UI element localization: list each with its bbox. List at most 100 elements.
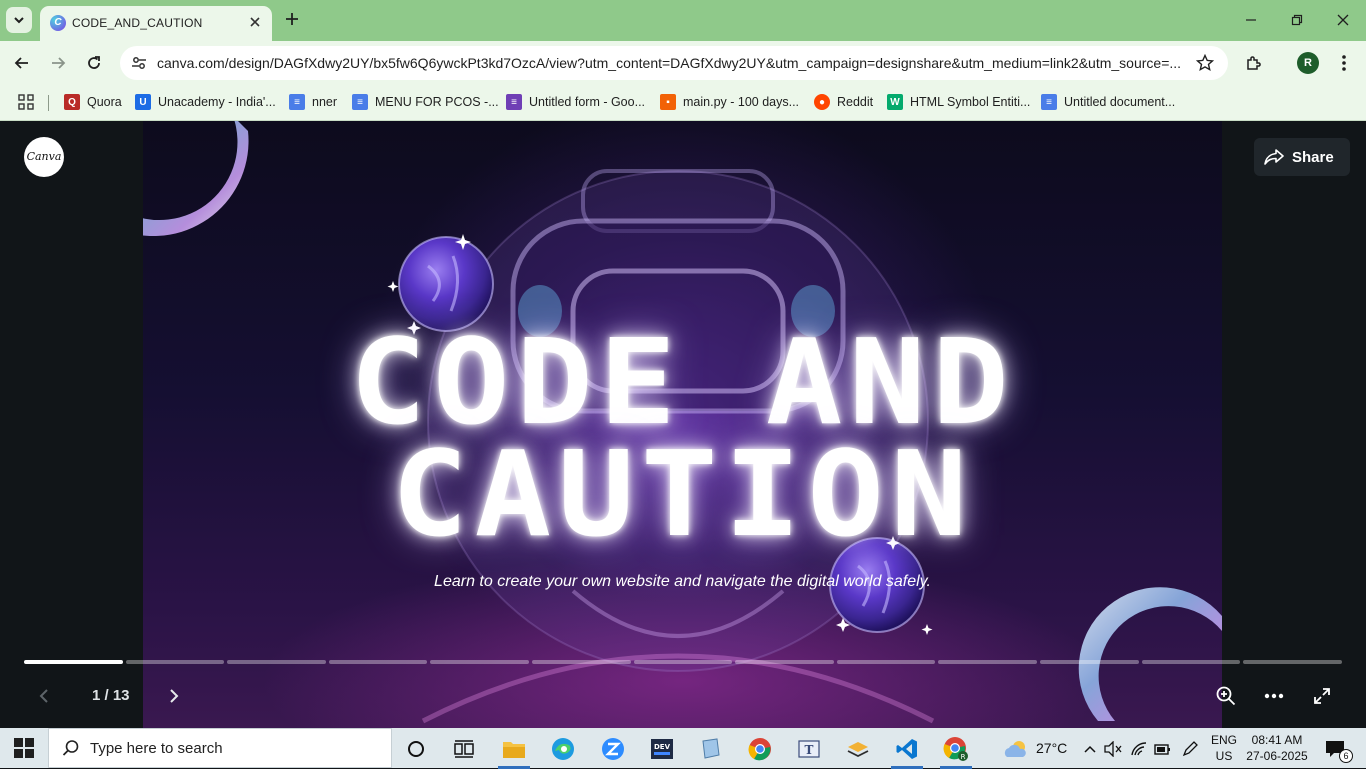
progress-segment[interactable] bbox=[836, 660, 936, 664]
restore-button[interactable] bbox=[1283, 8, 1311, 32]
previous-slide-button[interactable] bbox=[34, 684, 54, 708]
close-window-button[interactable] bbox=[1329, 8, 1357, 32]
clock-time: 08:41 AM bbox=[1251, 733, 1303, 747]
pen-workspace-button[interactable] bbox=[1180, 733, 1200, 765]
url-text: canva.com/design/DAGfXdwy2UY/bx5fw6Q6ywc… bbox=[157, 55, 1182, 71]
quora-icon: Q bbox=[64, 94, 80, 110]
edge-app[interactable] bbox=[543, 733, 583, 765]
show-hidden-icons-button[interactable] bbox=[1080, 733, 1100, 765]
extensions-button[interactable] bbox=[1242, 51, 1266, 75]
share-arrow-icon bbox=[1264, 149, 1284, 165]
bookmark-untitled-form[interactable]: ≡ Untitled form - Goo... bbox=[506, 92, 645, 112]
chrome-profile-app[interactable]: R bbox=[936, 733, 976, 769]
bookmarks-bar: Q Quora U Unacademy - India'... ≡ nner ≡ MEN… bbox=[0, 85, 1366, 121]
zoom-in-icon bbox=[1216, 686, 1236, 706]
site-info-button[interactable] bbox=[128, 52, 150, 74]
vscode-icon bbox=[896, 739, 917, 759]
network-button[interactable] bbox=[1129, 733, 1149, 765]
typing-app[interactable]: T bbox=[789, 733, 829, 765]
bookmark-label: main.py - 100 days... bbox=[683, 95, 800, 109]
dev-icon: DEV bbox=[651, 739, 673, 759]
canva-logo[interactable]: Canva bbox=[24, 137, 64, 177]
start-button[interactable] bbox=[14, 738, 34, 758]
slide-progress-bar[interactable] bbox=[24, 660, 1342, 664]
progress-segment[interactable] bbox=[1141, 660, 1241, 664]
new-tab-button[interactable] bbox=[282, 9, 302, 29]
progress-segment[interactable] bbox=[328, 660, 428, 664]
zoom-button[interactable] bbox=[1213, 684, 1239, 708]
docs-icon: ≡ bbox=[289, 94, 305, 110]
bookmark-html-symbol[interactable]: W HTML Symbol Entiti... bbox=[887, 92, 1030, 112]
chevron-left-icon bbox=[39, 689, 48, 703]
forward-button[interactable] bbox=[46, 51, 70, 75]
forms-icon: ≡ bbox=[506, 94, 522, 110]
docs-icon: ≡ bbox=[352, 94, 368, 110]
bookmark-menu-for-pcos[interactable]: ≡ MENU FOR PCOS -... bbox=[352, 92, 499, 112]
reload-button[interactable] bbox=[82, 51, 106, 75]
progress-segment[interactable] bbox=[125, 660, 225, 664]
search-icon bbox=[62, 740, 79, 756]
tab-search-button[interactable] bbox=[6, 7, 32, 33]
share-button[interactable]: Share bbox=[1254, 138, 1350, 176]
bookmark-star-button[interactable] bbox=[1194, 52, 1216, 74]
progress-segment[interactable] bbox=[735, 660, 834, 664]
canva-viewer: CODE AND CAUTION Learn to create your ow… bbox=[0, 121, 1366, 728]
progress-segment[interactable] bbox=[24, 660, 123, 664]
taskbar-search-box[interactable]: Type here to search bbox=[48, 728, 392, 768]
tab-close-button[interactable] bbox=[246, 13, 264, 31]
progress-segment[interactable] bbox=[532, 660, 631, 664]
browser-tab[interactable]: C CODE_AND_CAUTION bbox=[40, 6, 272, 41]
bookmark-main-py[interactable]: ▪ main.py - 100 days... bbox=[660, 92, 799, 112]
progress-segment[interactable] bbox=[227, 660, 326, 664]
browser-toolbar: canva.com/design/DAGfXdwy2UY/bx5fw6Q6ywc… bbox=[0, 41, 1366, 85]
close-icon bbox=[1337, 14, 1349, 26]
battery-icon bbox=[1154, 744, 1170, 755]
language-indicator[interactable]: ENG US bbox=[1208, 732, 1240, 764]
vscode-app[interactable] bbox=[887, 733, 927, 769]
notepad-icon bbox=[702, 738, 720, 759]
progress-segment[interactable] bbox=[1243, 660, 1342, 664]
next-slide-button[interactable] bbox=[164, 684, 184, 708]
minimize-icon bbox=[1246, 19, 1256, 21]
progress-segment[interactable] bbox=[1040, 660, 1139, 664]
windows-taskbar: Type here to search DEV T R 27°C ENG US … bbox=[0, 728, 1366, 769]
dev-app[interactable]: DEV bbox=[642, 733, 682, 765]
books-app[interactable] bbox=[838, 733, 878, 765]
bookmark-reddit[interactable]: ● Reddit bbox=[814, 92, 873, 112]
progress-segment[interactable] bbox=[430, 660, 530, 664]
chevron-up-icon bbox=[1084, 745, 1096, 753]
weather-temperature[interactable]: 27°C bbox=[1036, 740, 1067, 756]
w3schools-icon: W bbox=[887, 94, 903, 110]
minimize-button[interactable] bbox=[1237, 8, 1265, 32]
notifications-button[interactable]: 6 bbox=[1320, 733, 1353, 765]
speaker-muted-icon bbox=[1104, 741, 1122, 757]
profile-avatar[interactable]: R bbox=[1297, 52, 1319, 74]
progress-segment[interactable] bbox=[633, 660, 733, 664]
weather-widget[interactable] bbox=[998, 733, 1034, 765]
battery-button[interactable] bbox=[1153, 733, 1173, 765]
volume-button[interactable] bbox=[1103, 733, 1123, 765]
chrome-app[interactable] bbox=[740, 733, 780, 765]
bookmark-nner[interactable]: ≡ nner bbox=[289, 92, 337, 112]
share-label: Share bbox=[1292, 148, 1334, 166]
bookmark-untitled-document[interactable]: ≡ Untitled document... bbox=[1041, 92, 1175, 112]
cortana-button[interactable] bbox=[396, 733, 436, 765]
progress-segment[interactable] bbox=[938, 660, 1038, 664]
tab-title: CODE_AND_CAUTION bbox=[72, 16, 203, 30]
file-explorer-app[interactable] bbox=[494, 733, 534, 769]
bookmark-unacademy[interactable]: U Unacademy - India'... bbox=[135, 92, 276, 112]
task-view-button[interactable] bbox=[444, 733, 484, 765]
back-button[interactable] bbox=[10, 51, 34, 75]
presentation-slide[interactable]: CODE AND CAUTION Learn to create your ow… bbox=[143, 121, 1222, 728]
notepad-app[interactable] bbox=[691, 733, 731, 765]
bookmark-label: Reddit bbox=[837, 95, 874, 109]
bookmarks-divider bbox=[48, 95, 49, 111]
address-bar[interactable]: canva.com/design/DAGfXdwy2UY/bx5fw6Q6ywc… bbox=[120, 46, 1228, 80]
fullscreen-button[interactable] bbox=[1309, 684, 1335, 708]
browser-menu-button[interactable] bbox=[1332, 51, 1356, 75]
more-options-button[interactable] bbox=[1261, 684, 1287, 708]
zoom-app[interactable] bbox=[593, 733, 633, 765]
apps-button[interactable] bbox=[18, 92, 34, 112]
clock[interactable]: 08:41 AM 27-06-2025 bbox=[1244, 732, 1310, 764]
bookmark-quora[interactable]: Q Quora bbox=[64, 92, 122, 112]
